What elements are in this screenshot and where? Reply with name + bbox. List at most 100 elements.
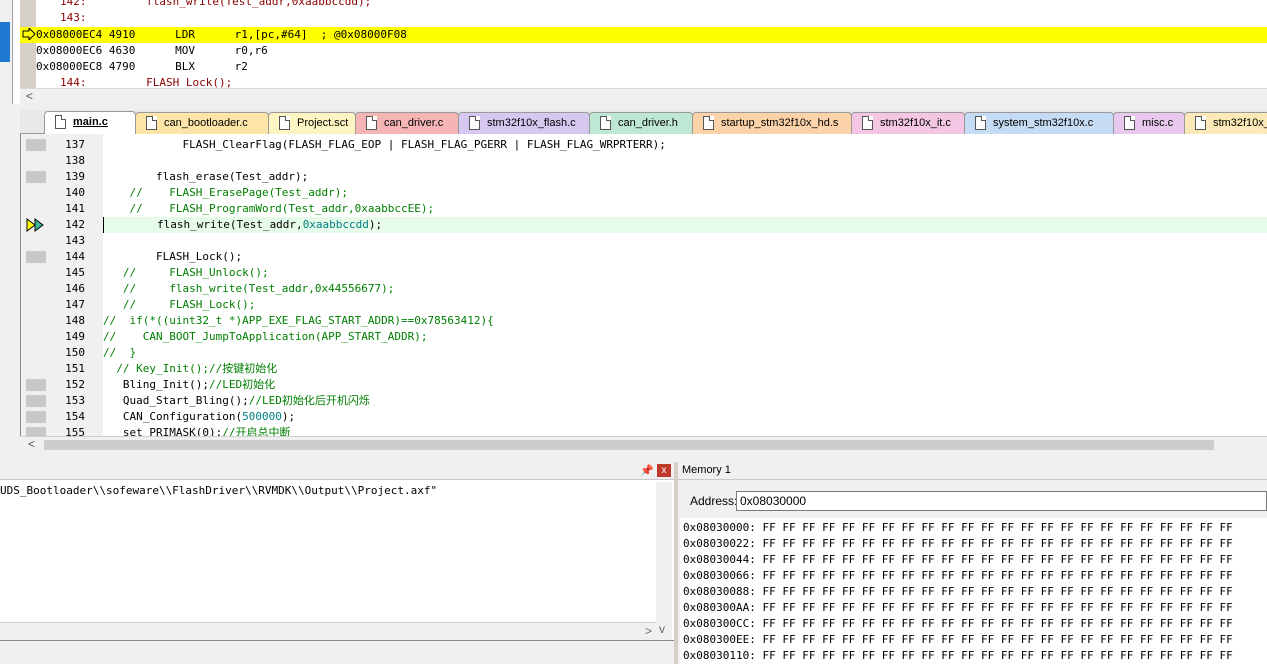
memory-row[interactable]: 0x08030110: FF FF FF FF FF FF FF FF FF F… [683,648,1233,664]
memory-row[interactable]: 0x080300CC: FF FF FF FF FF FF FF FF FF F… [683,616,1233,632]
tab-can-driver-c[interactable]: can_driver.c [355,112,459,134]
memory-row[interactable]: 0x08030000: FF FF FF FF FF FF FF FF FF F… [683,520,1233,536]
breakpoint-marker[interactable] [26,251,46,263]
tab-stm32f10x-it-c[interactable]: stm32f10x_it.c [851,112,965,134]
code-line[interactable]: 145 // FLASH_Unlock(); [21,265,1267,281]
tab-label: can_driver.c [384,117,444,129]
tab-stm32f10x-fl[interactable]: stm32f10x_fl [1184,112,1267,134]
scroll-right-icon[interactable]: > [645,624,652,638]
code-line[interactable]: 148 // if(*((uint32_t *)APP_EXE_FLAG_STAR… [21,313,1267,329]
memory-bytes: FF FF FF FF FF FF FF FF FF FF FF FF FF F… [762,633,1233,646]
breakpoint-marker[interactable] [26,139,46,151]
panel-divider [12,0,13,104]
disassembly-window[interactable]: 142: flash_write(Test_addr,0xaabbccdd); 1… [0,0,1267,104]
command-output-text: UDS_Bootloader\\sofeware\\FlashDriver\\R… [0,484,438,497]
code-line[interactable]: 139 flash_erase(Test_addr); [21,169,1267,185]
code-text: // FLASH_ProgramWord(Test_addr,0xaabbccE… [103,201,434,217]
tab-main-c[interactable]: main.c [44,111,136,135]
code-line[interactable]: 147 // FLASH_Lock(); [21,297,1267,313]
memory-row[interactable]: 0x080300AA: FF FF FF FF FF FF FF FF FF F… [683,600,1233,616]
command-window-titlebar: 📌 x [0,462,674,480]
panel-indicator [0,22,10,62]
memory-dump[interactable]: 0x08030000: FF FF FF FF FF FF FF FF FF F… [680,518,1267,664]
code-comment: // FLASH_ErasePage(Test_addr); [103,186,349,199]
disassembly-instruction[interactable]: 0x08000EC4 4910 LDR r1,[pc,#64] ; @0x080… [20,27,1267,43]
tab-label: main.c [73,116,108,128]
line-number: 154 [65,410,85,423]
memory-row[interactable]: 0x080300EE: FF FF FF FF FF FF FF FF FF F… [683,632,1233,648]
tab-can-driver-h[interactable]: can_driver.h [589,112,693,134]
line-number: 141 [65,202,85,215]
code-line[interactable]: 151 // Key_Init();//按键初始化 [21,361,1267,377]
memory-address: 0x080300AA: [683,601,756,614]
disassembly-source-line[interactable]: 143: [36,10,87,26]
memory-window[interactable]: Memory 1 Address: 0x08030000 0x08030000:… [678,462,1267,664]
tab-startup-stm32f10x-hd-s[interactable]: startup_stm32f10x_hd.s [692,112,852,134]
memory-row[interactable]: 0x08030088: FF FF FF FF FF FF FF FF FF F… [683,584,1233,600]
tab-label: misc.c [1142,117,1174,129]
command-vscrollbar[interactable]: v [656,482,672,646]
tab-system-stm32f10x-c[interactable]: system_stm32f10x.c [964,112,1114,134]
pin-icon[interactable]: 📌 [640,464,654,477]
code-line[interactable]: 152 Bling_Init();//LED初始化 [21,377,1267,393]
address-input[interactable]: 0x08030000 [736,491,1267,511]
code-line[interactable]: 138 [21,153,1267,169]
command-hscrollbar[interactable]: > [0,622,656,640]
code-line[interactable]: 137 FLASH_ClearFlag(FLASH_FLAG_EOP | FLA… [21,137,1267,153]
code-text: // if(*((uint32_t *)APP_EXE_FLAG_START_A… [103,313,494,329]
disassembly-source-line[interactable]: 142: flash_write(Test_addr,0xaabbccdd); [36,0,371,10]
tab-stm32f10x-flash-c[interactable]: stm32f10x_flash.c [458,112,590,134]
scroll-down-icon[interactable]: v [659,622,665,636]
code-comment: //LED初始化 [208,378,276,391]
code-line[interactable]: 154 CAN_Configuration(500000); [21,409,1267,425]
file-icon [146,116,157,130]
code-line[interactable]: 155 set_PRIMASK(0);//开启总中断 [21,425,1267,436]
code-line[interactable]: 141 // FLASH_ProgramWord(Test_addr,0xaab… [21,201,1267,217]
code-text: set_PRIMASK(0);//开启总中断 [103,425,291,436]
code-line[interactable]: 143 [21,233,1267,249]
breakpoint-marker[interactable] [26,427,46,436]
line-number: 151 [65,362,85,375]
code-text: // FLASH_ErasePage(Test_addr); [103,185,348,201]
memory-row[interactable]: 0x08030044: FF FF FF FF FF FF FF FF FF F… [683,552,1233,568]
tab-misc-c[interactable]: misc.c [1113,112,1185,134]
code-line[interactable]: 142 flash_write(Test_addr,0xaabbccdd); [21,217,1267,233]
tab-project-sct[interactable]: Project.sct [268,112,356,134]
scroll-left-icon[interactable]: < [26,89,33,104]
scroll-thumb[interactable] [44,440,1214,450]
source-editor[interactable]: 137 FLASH_ClearFlag(FLASH_FLAG_EOP | FLA… [20,134,1267,436]
code-line[interactable]: 146 // flash_write(Test_addr,0x44556677)… [21,281,1267,297]
memory-row[interactable]: 0x08030066: FF FF FF FF FF FF FF FF FF F… [683,568,1233,584]
code-line[interactable]: 144 FLASH_Lock(); [21,249,1267,265]
editor-hscrollbar[interactable]: < [20,436,1267,452]
disassembly-hscrollbar[interactable]: < [20,88,1267,104]
line-number: 139 [65,170,85,183]
tab-can-bootloader-c[interactable]: can_bootloader.c [135,112,269,134]
code-line[interactable]: 153 Quad_Start_Bling();//LED初始化后开机闪烁 [21,393,1267,409]
disassembly-instruction[interactable]: 0x08000EC8 4790 BLX r2 [36,59,248,75]
file-icon [469,116,480,130]
command-window[interactable]: 📌 x UDS_Bootloader\\sofeware\\FlashDrive… [0,462,674,664]
command-input-area[interactable] [0,640,674,664]
memory-bytes: FF FF FF FF FF FF FF FF FF FF FF FF FF F… [762,601,1233,614]
scroll-left-icon[interactable]: < [28,437,35,452]
memory-bytes: FF FF FF FF FF FF FF FF FF FF FF FF FF F… [762,569,1233,582]
file-icon [279,116,290,130]
memory-row[interactable]: 0x08030022: FF FF FF FF FF FF FF FF FF F… [683,536,1233,552]
code-line[interactable]: 140 // FLASH_ErasePage(Test_addr); [21,185,1267,201]
disassembly-instruction[interactable]: 0x08000EC6 4630 MOV r0,r6 [36,43,268,59]
code-line[interactable]: 150 // } [21,345,1267,361]
breakpoint-marker[interactable] [26,395,46,407]
code-line[interactable]: 149 // CAN_BOOT_JumpToApplication(APP_STA… [21,329,1267,345]
breakpoint-marker[interactable] [26,379,46,391]
line-number: 148 [65,314,85,327]
breakpoint-marker[interactable] [26,411,46,423]
code-text: Bling_Init();//LED初始化 [103,377,275,393]
line-number: 155 [65,426,85,436]
memory-window-title: Memory 1 [682,464,731,476]
close-icon[interactable]: x [657,464,671,477]
code-text: // CAN_BOOT_JumpToApplication(APP_START_… [103,329,428,345]
memory-bytes: FF FF FF FF FF FF FF FF FF FF FF FF FF F… [762,649,1233,662]
breakpoint-marker[interactable] [26,171,46,183]
current-instruction-arrow-icon [22,28,36,40]
